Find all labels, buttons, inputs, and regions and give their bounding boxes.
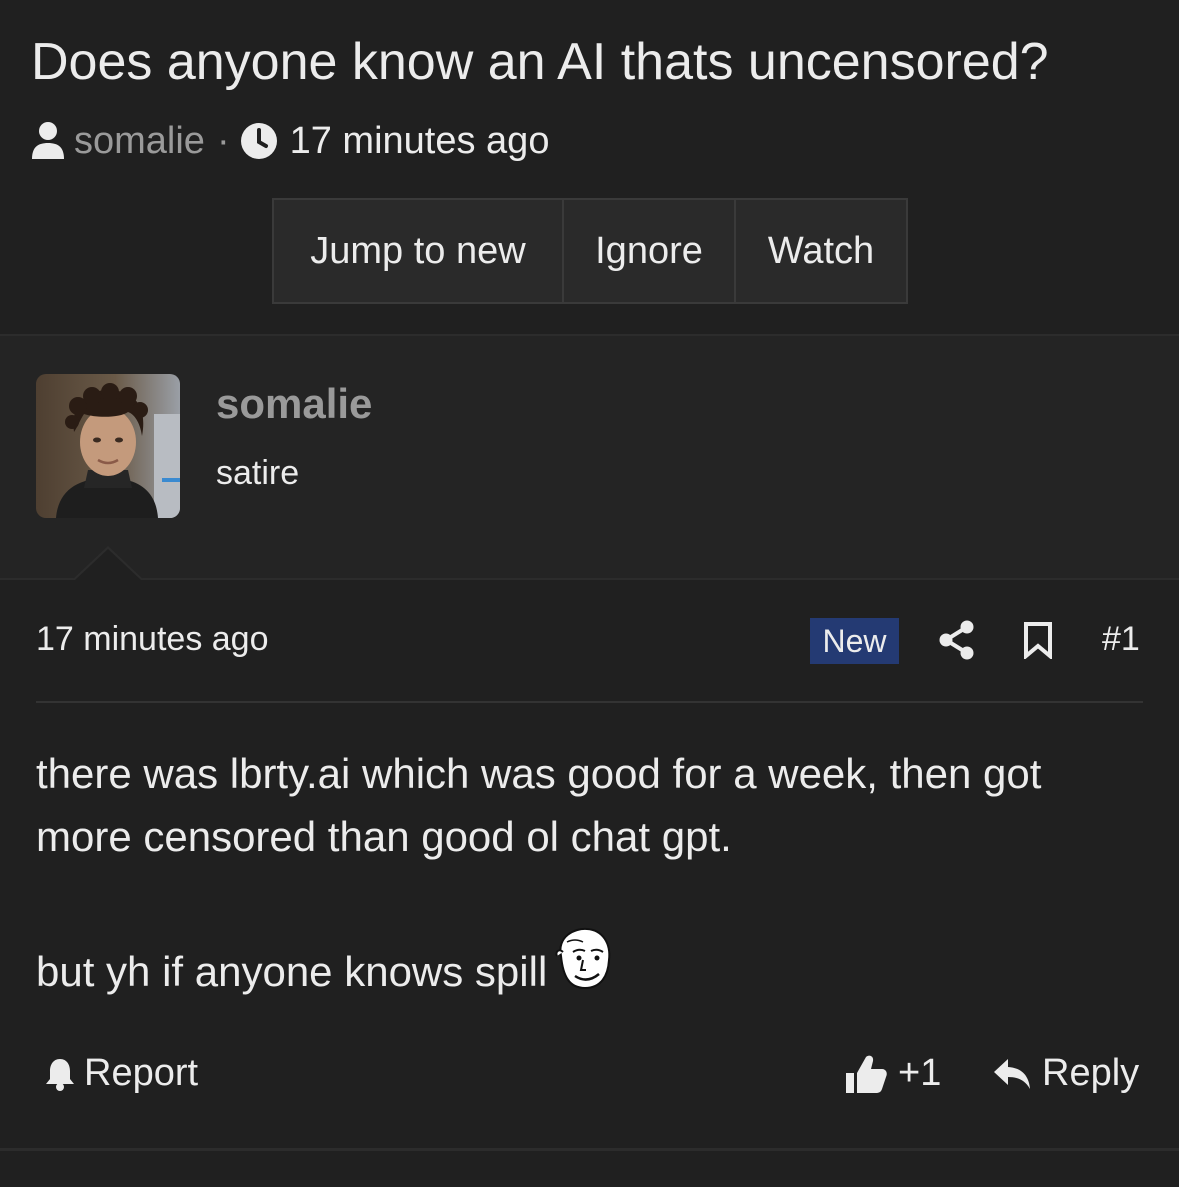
watch-button[interactable]: Watch xyxy=(734,200,906,302)
avatar[interactable] xyxy=(36,374,180,518)
thread-header: Does anyone know an AI thats uncensored?… xyxy=(0,0,1179,334)
share-icon[interactable] xyxy=(938,620,976,660)
thread-meta: somalie · 17 minutes ago xyxy=(30,118,549,164)
post-paragraph-line: but yh if anyone knows spill xyxy=(36,927,1146,1007)
next-post-edge xyxy=(0,1151,1179,1187)
ignore-button[interactable]: Ignore xyxy=(562,200,734,302)
post-permalink[interactable]: #1 xyxy=(1102,620,1140,659)
thread-title: Does anyone know an AI thats uncensored? xyxy=(31,33,1049,91)
thumbs-up-icon xyxy=(844,1053,888,1095)
thread-page: Does anyone know an AI thats uncensored?… xyxy=(0,0,1179,1187)
jump-to-new-button[interactable]: Jump to new xyxy=(274,200,562,302)
divider xyxy=(36,701,1143,703)
post-user-block: somalie satire xyxy=(0,336,1179,579)
meta-separator: · xyxy=(216,119,230,162)
report-label: Report xyxy=(84,1052,199,1094)
reply-icon xyxy=(992,1057,1032,1091)
thread-author-link[interactable]: somalie xyxy=(74,120,205,163)
user-block-arrow-inner xyxy=(75,549,141,580)
new-badge: New xyxy=(810,618,899,664)
post-username[interactable]: somalie xyxy=(216,380,372,428)
post-body: there was lbrty.ai which was good for a … xyxy=(36,742,1146,1007)
post-paragraph: there was lbrty.ai which was good for a … xyxy=(36,750,1042,860)
reply-label: Reply xyxy=(1042,1052,1140,1094)
thread-action-buttons: Jump to new Ignore Watch xyxy=(272,198,908,304)
user-icon xyxy=(30,121,66,161)
report-button[interactable]: Report xyxy=(44,1052,198,1095)
post-time[interactable]: 17 minutes ago xyxy=(36,620,269,659)
like-button[interactable]: +1 xyxy=(844,1052,941,1095)
clock-icon xyxy=(240,122,278,160)
post-paragraph: but yh if anyone knows spill xyxy=(36,948,548,995)
like-count: +1 xyxy=(898,1052,942,1094)
divider xyxy=(0,578,1179,580)
bookmark-icon[interactable] xyxy=(1022,621,1054,659)
user-title: satire xyxy=(216,454,300,492)
bell-icon xyxy=(44,1056,76,1092)
wojak-emoji xyxy=(553,926,613,1007)
reply-button[interactable]: Reply xyxy=(992,1052,1139,1095)
thread-time[interactable]: 17 minutes ago xyxy=(290,120,550,163)
